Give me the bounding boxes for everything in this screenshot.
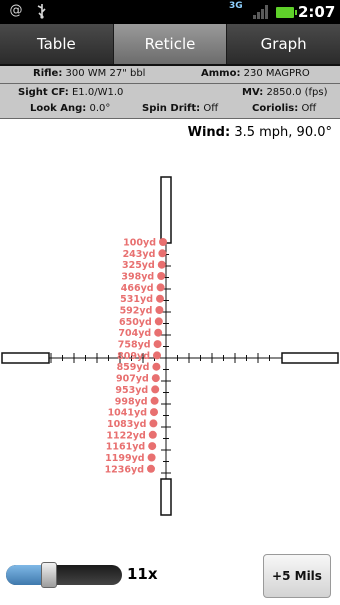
zoom-level: 11x bbox=[127, 565, 158, 583]
holdover-distance-label: 758yd bbox=[118, 340, 151, 351]
email-notification-icon: @ bbox=[9, 3, 23, 18]
holdover-distance-label: 1041yd bbox=[108, 408, 147, 419]
tab-graph[interactable]: Graph bbox=[227, 24, 340, 64]
holdover-dot bbox=[154, 317, 163, 326]
spin-drift-info: Spin Drift: Off bbox=[142, 103, 218, 114]
rifle-ammo-bar: Rifle: 300 WM 27" bbl Ammo: 230 MAGPRO bbox=[0, 66, 340, 83]
holdover-dot bbox=[153, 340, 162, 349]
sight-cf-value: E1.0/W1.0 bbox=[71, 87, 124, 98]
holdover-distance-label: 1122yd bbox=[106, 430, 145, 441]
zoom-slider[interactable] bbox=[6, 562, 122, 588]
battery-icon bbox=[276, 7, 297, 18]
look-angle-info: Look Ang: 0.0° bbox=[30, 103, 110, 114]
signal-strength-icon bbox=[253, 5, 269, 19]
holdover-distance-label: 592yd bbox=[120, 306, 153, 317]
sight-settings-bar: Sight CF: E1.0/W1.0 MV: 2850.0 (fps) Loo… bbox=[0, 84, 340, 118]
holdover-dot bbox=[155, 306, 164, 314]
holdover-dot bbox=[147, 464, 155, 473]
mv-value: 2850.0 (fps) bbox=[266, 87, 328, 98]
holdover-distance-label: 100yd bbox=[123, 238, 156, 249]
holdover-dot bbox=[148, 442, 157, 451]
rifle-value: 300 WM 27" bbl bbox=[65, 68, 146, 79]
holdover-distance-label: 531yd bbox=[120, 294, 153, 305]
right-post bbox=[281, 352, 339, 364]
holdover-distance-label: 953yd bbox=[115, 385, 148, 396]
tab-bar: Table Reticle Graph bbox=[0, 24, 340, 66]
holdover-dot bbox=[157, 272, 166, 280]
holdover-distance-label: 398yd bbox=[121, 272, 154, 283]
holdover-dot bbox=[154, 328, 163, 337]
spin-drift-label: Spin Drift: bbox=[142, 103, 201, 114]
coriolis-value: Off bbox=[301, 103, 317, 114]
holdover-dot bbox=[151, 385, 160, 394]
mv-label: MV: bbox=[242, 87, 264, 98]
ammo-label: Ammo: bbox=[201, 68, 241, 79]
holdover-distance-label: 998yd bbox=[115, 396, 148, 407]
wind-label: Wind: bbox=[187, 125, 231, 140]
reticle-crosshair bbox=[1, 176, 339, 516]
status-bar: @ 3G 2:07 bbox=[0, 0, 340, 24]
tab-table[interactable]: Table bbox=[0, 24, 114, 64]
holdover-dot bbox=[153, 351, 161, 360]
holdover-distance-label: 704yd bbox=[118, 328, 151, 339]
wind-value: 3.5 mph, 90.0° bbox=[234, 125, 332, 140]
holdover-dot bbox=[147, 453, 156, 462]
divider bbox=[0, 118, 340, 119]
mv-info: MV: 2850.0 (fps) bbox=[242, 87, 328, 98]
look-angle-value: 0.0° bbox=[89, 103, 111, 114]
clock: 2:07 bbox=[298, 3, 336, 21]
look-angle-label: Look Ang: bbox=[30, 103, 87, 114]
holdover-dot bbox=[150, 408, 158, 417]
ammo-value: 230 MAGPRO bbox=[243, 68, 310, 79]
ammo-info: Ammo: 230 MAGPRO bbox=[201, 68, 310, 79]
holdover-distance-label: 809yd bbox=[117, 351, 150, 362]
tab-reticle[interactable]: Reticle bbox=[113, 24, 228, 64]
spin-drift-value: Off bbox=[203, 103, 219, 114]
sight-cf-info: Sight CF: E1.0/W1.0 bbox=[18, 87, 123, 98]
holdover-dot bbox=[158, 249, 167, 258]
top-post bbox=[160, 176, 172, 244]
zoom-slider-thumb[interactable] bbox=[41, 562, 57, 588]
holdover-dot bbox=[151, 374, 160, 383]
coriolis-info: Coriolis: Off bbox=[252, 103, 316, 114]
holdover-distance-label: 466yd bbox=[121, 283, 154, 294]
rifle-info: Rifle: 300 WM 27" bbl bbox=[33, 68, 145, 79]
holdover-markers: 100yd243yd325yd398yd466yd531yd592yd650yd… bbox=[105, 238, 167, 475]
usb-notification-icon bbox=[34, 3, 50, 19]
holdover-distance-label: 1199yd bbox=[105, 453, 144, 464]
holdover-dot bbox=[150, 396, 159, 405]
holdover-distance-label: 243yd bbox=[123, 249, 156, 260]
holdover-distance-label: 1161yd bbox=[106, 442, 145, 453]
holdover-distance-label: 907yd bbox=[116, 374, 149, 385]
bottom-post bbox=[160, 478, 172, 516]
sight-cf-label: Sight CF: bbox=[18, 87, 69, 98]
left-post bbox=[1, 352, 50, 364]
scope-reticle[interactable]: 100yd243yd325yd398yd466yd531yd592yd650yd… bbox=[0, 145, 340, 555]
holdover-dot bbox=[156, 294, 164, 303]
plus-5-mils-button[interactable]: +5 Mils bbox=[263, 554, 331, 598]
holdover-distance-label: 325yd bbox=[122, 260, 155, 271]
holdover-distance-label: 859yd bbox=[117, 362, 150, 373]
holdover-dot bbox=[152, 362, 161, 371]
network-type: 3G bbox=[229, 1, 243, 11]
holdover-distance-label: 1236yd bbox=[105, 464, 144, 475]
wind-info: Wind: 3.5 mph, 90.0° bbox=[188, 125, 332, 140]
holdover-dot bbox=[157, 260, 166, 269]
holdover-dot bbox=[156, 283, 165, 292]
rifle-label: Rifle: bbox=[33, 68, 63, 79]
coriolis-label: Coriolis: bbox=[252, 103, 299, 114]
holdover-distance-label: 1083yd bbox=[107, 419, 146, 430]
holdover-dot bbox=[148, 430, 157, 439]
holdover-distance-label: 650yd bbox=[119, 317, 152, 328]
holdover-dot bbox=[149, 419, 158, 428]
holdover-dot bbox=[159, 238, 167, 246]
